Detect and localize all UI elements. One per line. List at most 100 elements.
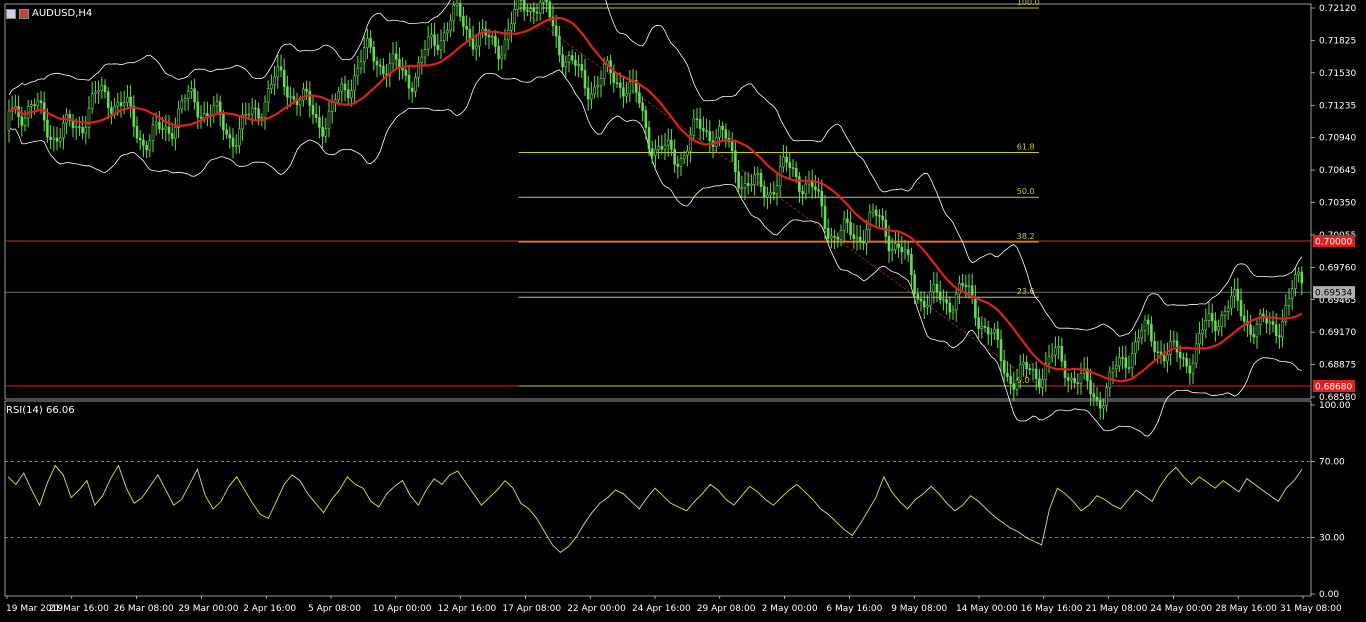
candle-body <box>49 136 52 140</box>
candle-body <box>1124 357 1128 368</box>
candle-body <box>654 148 657 156</box>
candle-body <box>1198 333 1201 345</box>
candle-body <box>673 148 676 165</box>
candle-body <box>788 161 792 168</box>
candle-body <box>1223 311 1227 316</box>
candle-body <box>298 99 302 106</box>
candle-body <box>359 61 363 69</box>
candle-body <box>1258 313 1262 325</box>
candle-body <box>1022 361 1025 366</box>
candle-body <box>1092 393 1096 398</box>
chart-frame <box>4 3 1312 597</box>
candle-body <box>762 186 766 198</box>
candle-body <box>206 113 209 116</box>
candle-body <box>151 124 155 141</box>
candle-body <box>871 209 875 214</box>
candles <box>7 0 1304 420</box>
candle-body <box>1031 368 1035 371</box>
candle-body <box>71 120 75 129</box>
candle-body <box>90 93 94 109</box>
candle-body <box>657 146 660 150</box>
candle-body <box>660 146 664 150</box>
candle-body <box>1047 356 1051 365</box>
candle-body <box>289 96 292 98</box>
time-axis: 19 Mar 201921 Mar 16:00 26 Mar 08:00 29 Ma… <box>6 596 1342 614</box>
candle-body <box>273 76 276 85</box>
candle-body <box>186 90 190 99</box>
candle-body <box>638 92 641 104</box>
fib-level-label: 0.0 <box>1017 376 1030 385</box>
fib-level-label: 50.0 <box>1017 187 1035 196</box>
candle-body <box>833 235 836 238</box>
candle-body <box>574 59 577 66</box>
y-tick-label: 0.72120 <box>1319 4 1356 14</box>
candle-body <box>1249 324 1252 335</box>
candle-body <box>33 104 36 107</box>
candle-body <box>1252 334 1256 338</box>
candle-body <box>826 228 830 239</box>
candle-body <box>1287 297 1291 306</box>
candle-body <box>615 82 619 84</box>
candle-body <box>583 70 587 89</box>
candle-body <box>1281 320 1284 338</box>
candle-body <box>494 36 497 47</box>
candle-body <box>263 101 267 118</box>
candle-body <box>94 91 97 94</box>
candle-body <box>1265 317 1268 324</box>
candle-body <box>1073 378 1076 384</box>
symbol-label: AUDUSD,H4 <box>32 8 93 19</box>
candle-body <box>641 102 644 111</box>
candle-body <box>286 86 289 98</box>
candle-body <box>906 249 910 255</box>
candle-body <box>46 119 49 138</box>
x-tick-label: 14 May 00:00 <box>956 604 1018 614</box>
candle-body <box>497 46 500 60</box>
candle-body <box>692 118 696 136</box>
candle-body <box>887 236 891 252</box>
candle-body <box>458 3 462 17</box>
candle-body <box>36 100 40 107</box>
candle-body <box>890 249 894 252</box>
candle-body <box>1025 361 1028 369</box>
candle-body <box>1076 382 1080 385</box>
candle-body <box>522 0 526 11</box>
candle-body <box>618 82 622 88</box>
candle-body <box>532 8 536 13</box>
candle-body <box>231 137 235 147</box>
candle-body <box>858 236 862 242</box>
candle-body <box>1054 347 1057 356</box>
candle-body <box>1050 354 1054 358</box>
candle-body <box>471 37 475 50</box>
candle-body <box>510 23 513 31</box>
candle-body <box>318 117 321 128</box>
candle-body <box>1057 346 1060 349</box>
candle-body <box>97 89 100 93</box>
candle-body <box>791 167 795 169</box>
moving-average-line <box>8 16 1303 383</box>
candle-body <box>666 139 670 146</box>
candle-body <box>564 61 568 68</box>
candle-body <box>1130 352 1134 368</box>
candle-body <box>986 327 990 335</box>
candle-body <box>967 285 971 288</box>
candle-body <box>881 215 884 221</box>
candle-body <box>945 299 948 304</box>
candle-body <box>593 86 596 95</box>
candle-body <box>446 30 449 34</box>
candle-body <box>257 108 260 119</box>
candle-body <box>1028 368 1032 370</box>
candle-body <box>346 89 350 98</box>
candle-body <box>1271 321 1275 325</box>
candle-body <box>830 235 833 239</box>
candle-body <box>839 230 843 240</box>
candle-body <box>1089 380 1092 395</box>
candle-body <box>570 55 574 61</box>
candle-body <box>1009 376 1012 384</box>
candle-body <box>817 189 820 192</box>
candle-body <box>196 101 200 118</box>
candle-body <box>1098 399 1102 409</box>
candle-body <box>529 8 532 12</box>
candle-body <box>1066 377 1070 381</box>
candle-body <box>81 126 84 134</box>
candle-body <box>516 0 520 10</box>
